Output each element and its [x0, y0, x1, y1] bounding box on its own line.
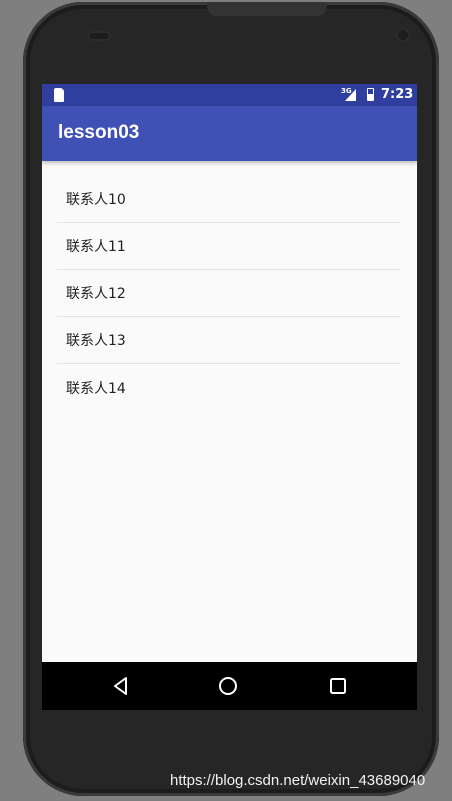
contact-name: 联系人10 [66, 192, 126, 208]
list-item[interactable]: 联系人14 [57, 364, 400, 411]
home-icon[interactable] [217, 675, 239, 697]
contact-name: 联系人11 [66, 239, 126, 255]
watermark: https://blog.csdn.net/weixin_43689040 [170, 772, 426, 789]
phone-camera [396, 28, 410, 42]
status-bar: 3G 7:23 [42, 84, 417, 106]
app-bar: lesson03 [42, 106, 417, 161]
list-item[interactable]: 联系人12 [57, 270, 400, 317]
recents-icon[interactable] [327, 675, 349, 697]
app-title: lesson03 [58, 122, 140, 143]
phone-top-slot [207, 2, 327, 16]
list-item[interactable]: 联系人13 [57, 317, 400, 364]
sd-card-icon [54, 88, 64, 102]
battery-icon [367, 88, 374, 101]
navigation-bar [42, 662, 417, 710]
list-item[interactable]: 联系人10 [57, 176, 400, 223]
list-item[interactable]: 联系人11 [57, 223, 400, 270]
signal-icon [345, 89, 356, 101]
status-clock: 7:23 [381, 87, 414, 102]
contact-name: 联系人13 [66, 333, 126, 349]
device-screen: 3G 7:23 lesson03 联系人10 联系人11 联系人12 联系人13… [42, 84, 417, 710]
contact-name: 联系人12 [66, 286, 126, 302]
contact-list: 联系人10 联系人11 联系人12 联系人13 联系人14 [57, 176, 400, 411]
phone-speaker [87, 31, 111, 41]
back-icon[interactable] [110, 675, 132, 697]
contact-name: 联系人14 [66, 380, 126, 397]
